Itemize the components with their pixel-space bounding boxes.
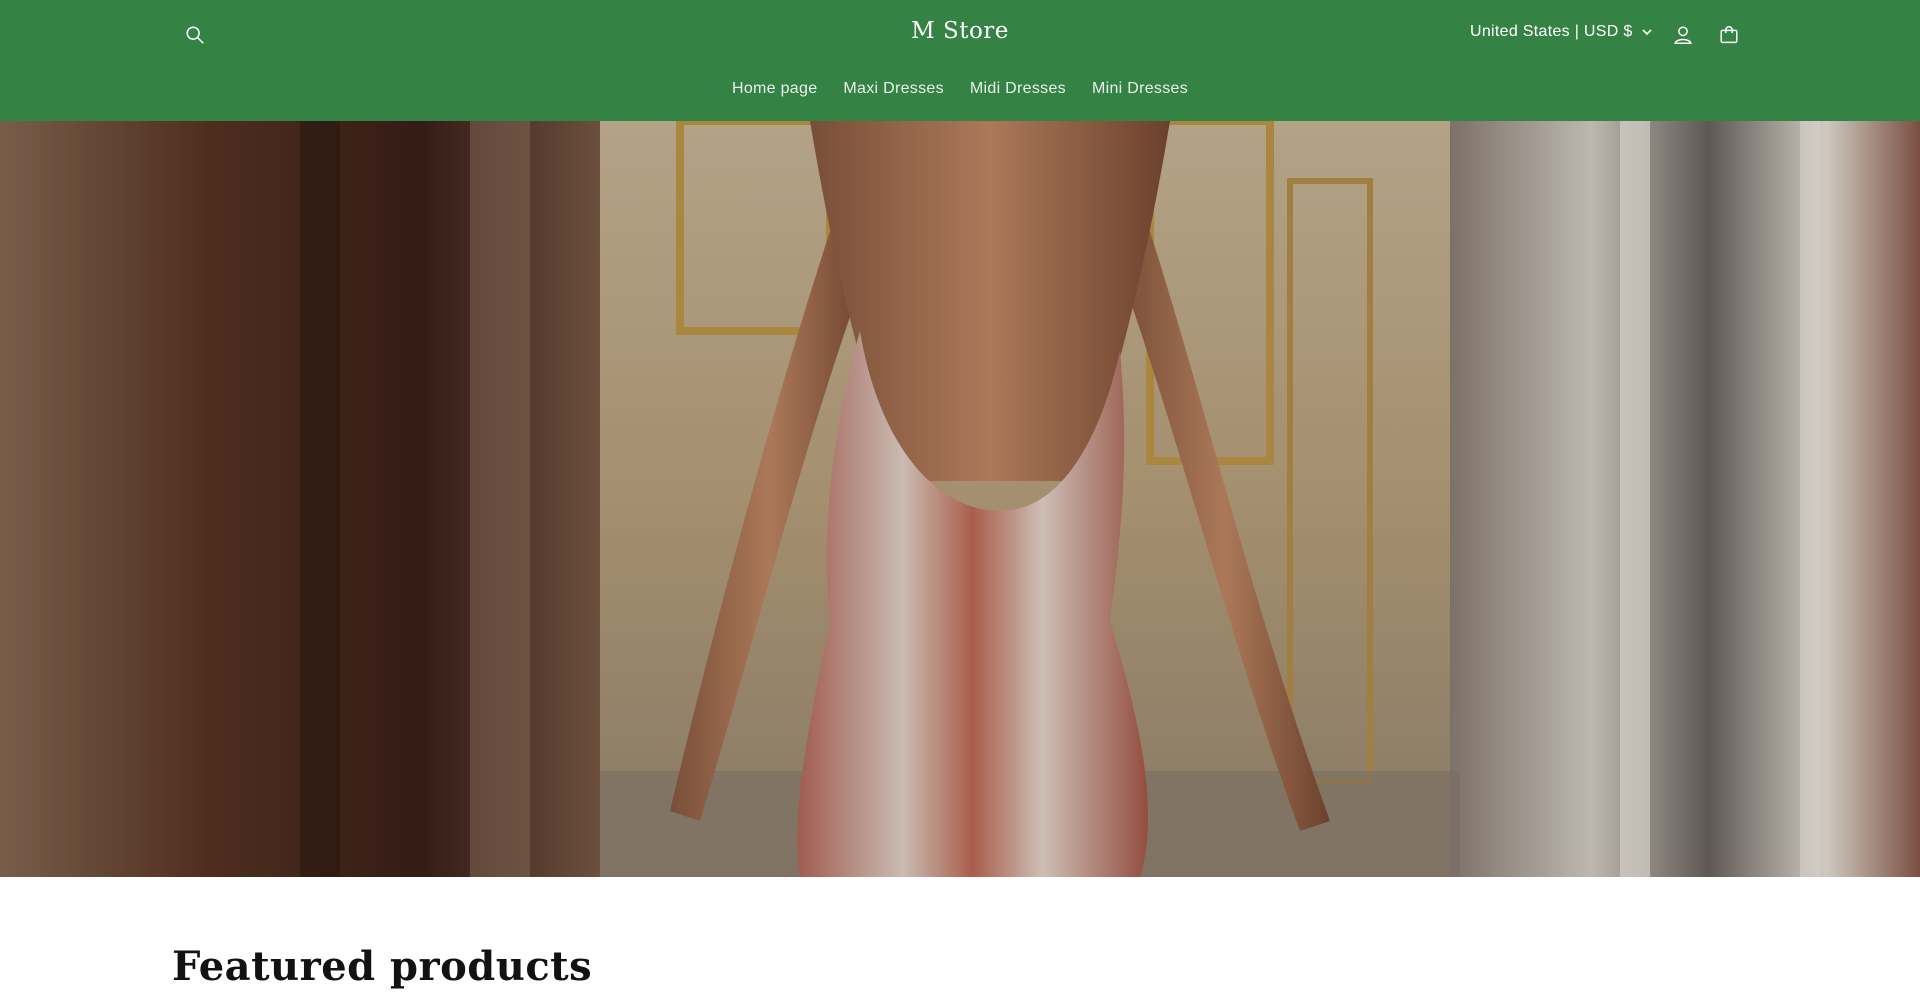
account-button[interactable] <box>1666 18 1700 52</box>
hero-banner-image <box>0 121 1920 877</box>
cart-button[interactable] <box>1712 18 1746 52</box>
nav-item-home-page[interactable]: Home page <box>732 80 817 98</box>
cart-icon <box>1720 26 1738 44</box>
locale-label: United States | USD $ <box>1470 23 1633 40</box>
nav-item-maxi-dresses[interactable]: Maxi Dresses <box>843 80 944 98</box>
account-icon <box>1674 26 1692 44</box>
chevron-down-icon <box>1641 29 1652 36</box>
nav-item-mini-dresses[interactable]: Mini Dresses <box>1092 80 1188 98</box>
store-logo-link[interactable]: M Store <box>911 18 1009 44</box>
search-icon <box>186 26 204 44</box>
country-currency-selector[interactable]: United States | USD $ <box>1470 23 1653 41</box>
hero-banner <box>0 121 1920 877</box>
nav-item-midi-dresses[interactable]: Midi Dresses <box>970 80 1066 98</box>
main-navigation: Home page Maxi Dresses Midi Dresses Mini… <box>0 80 1920 98</box>
featured-products-heading: Featured products <box>172 943 593 991</box>
site-header: M Store United States | USD $ Home page … <box>0 0 1920 121</box>
search-button[interactable] <box>178 18 212 52</box>
